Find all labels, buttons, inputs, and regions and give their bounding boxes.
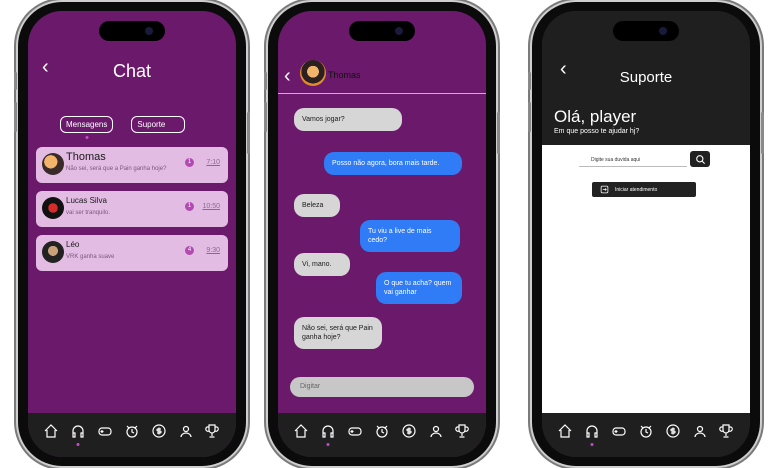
side-button [247, 112, 250, 154]
home-icon[interactable] [42, 422, 60, 440]
message-input[interactable]: Digitar [290, 377, 474, 397]
home-icon[interactable] [556, 422, 574, 440]
message-preview: Não sei, será que a Pain ganha hoje? [66, 166, 167, 172]
page-title: Suporte [619, 69, 673, 86]
bottom-nav [542, 413, 750, 457]
unread-badge: 4 [185, 246, 194, 255]
login-icon [600, 185, 609, 194]
conversation-item[interactable]: Lucas Silva vai ser tranquilo. 1 10:50 [36, 191, 228, 227]
gamepad-icon[interactable] [96, 422, 114, 440]
dynamic-island [613, 21, 679, 41]
avatar [42, 153, 64, 175]
phone-conversation: ‹ Thomas Vamos jogar? Posso não agora, b… [264, 2, 500, 466]
back-icon[interactable]: ‹ [284, 66, 291, 86]
dynamic-island [99, 21, 165, 41]
side-button [14, 72, 17, 90]
message-preview: VRK ganha suave [66, 254, 115, 260]
search-icon [695, 154, 705, 164]
tab-suporte[interactable]: Suporte [131, 116, 186, 133]
support-screen: ‹ Suporte Olá, player Em que posso te aj… [542, 11, 750, 457]
coin-icon[interactable] [150, 422, 168, 440]
unread-badge: 1 [185, 202, 194, 211]
headset-icon[interactable] [583, 422, 601, 446]
phone-support: ‹ Suporte Olá, player Em que posso te aj… [528, 2, 764, 466]
dynamic-island [349, 21, 415, 41]
side-button [264, 72, 267, 90]
trophy-icon[interactable] [453, 422, 471, 440]
bottom-nav [28, 413, 236, 457]
alarm-icon[interactable] [637, 422, 655, 440]
coin-icon[interactable] [400, 422, 418, 440]
message-preview: vai ser tranquilo. [66, 210, 111, 216]
avatar [42, 197, 64, 219]
conversation-list: Thomas Não sei, será que a Pain ganha ho… [36, 147, 228, 279]
side-button [497, 112, 500, 154]
chat-header: ‹ Chat [28, 51, 236, 91]
page-title: Chat [112, 61, 152, 81]
alarm-icon[interactable] [123, 422, 141, 440]
alarm-icon[interactable] [373, 422, 391, 440]
contact-name: Léo [66, 240, 80, 249]
message-bubble-received: Beleza [294, 194, 340, 218]
message-bubble-received: Vamos jogar? [294, 108, 402, 132]
search-input[interactable]: Digite sua duvida aqui [579, 153, 687, 167]
conversation-item[interactable]: Thomas Não sei, será que a Pain ganha ho… [36, 147, 228, 183]
message-bubble-received: Não sei, será que Pain ganha hoje? [294, 317, 382, 350]
unread-badge: 1 [185, 158, 194, 167]
contact-name: Thomas [66, 151, 106, 163]
phone-chat-list: ‹ Chat Mensagens Suporte Thomas Não sei,… [14, 2, 250, 466]
side-button [14, 102, 17, 132]
message-time: 7:10 [206, 159, 220, 166]
gamepad-icon[interactable] [610, 422, 628, 440]
start-support-label: Iniciar atendimento [615, 186, 658, 193]
subtitle: Em que posso te ajudar hj? [554, 128, 640, 135]
conversation-item[interactable]: Léo VRK ganha suave 4 9:30 [36, 235, 228, 271]
message-bubble-sent: Tu viu a live de mais cedo? [360, 220, 460, 253]
chat-list-screen: ‹ Chat Mensagens Suporte Thomas Não sei,… [28, 11, 236, 457]
message-bubble-sent: O que tu acha? quem vai ganhar [376, 272, 462, 305]
avatar [42, 241, 64, 263]
active-indicator [326, 443, 330, 446]
side-button [528, 72, 531, 90]
user-icon[interactable] [177, 422, 195, 440]
search-button[interactable] [690, 151, 710, 167]
trophy-icon[interactable] [203, 422, 221, 440]
bottom-nav [278, 413, 486, 457]
trophy-icon[interactable] [717, 422, 735, 440]
support-body: Digite sua duvida aqui Iniciar atendimen… [542, 145, 750, 413]
tab-label: Mensagens [66, 120, 108, 129]
side-button [528, 102, 531, 132]
coin-icon[interactable] [664, 422, 682, 440]
message-time: 9:30 [206, 247, 220, 254]
avatar [300, 60, 326, 86]
user-icon[interactable] [427, 422, 445, 440]
greeting: Olá, player [554, 107, 637, 126]
message-bubble-received: Vi, mano. [294, 253, 350, 277]
contact-name: Thomas [328, 70, 361, 80]
tab-mensagens[interactable]: Mensagens [60, 116, 114, 139]
contact-name: Lucas Silva [66, 196, 107, 205]
message-bubble-sent: Posso não agora, bora mais tarde. [324, 152, 462, 176]
side-button [761, 112, 764, 154]
message-time: 10:50 [202, 203, 220, 210]
home-icon[interactable] [292, 422, 310, 440]
user-icon[interactable] [691, 422, 709, 440]
side-button [264, 102, 267, 132]
headset-icon[interactable] [319, 422, 337, 446]
chat-tabs: Mensagens Suporte [60, 116, 186, 139]
tab-label: Suporte [137, 120, 166, 129]
conversation-screen: ‹ Thomas Vamos jogar? Posso não agora, b… [278, 11, 486, 457]
start-support-button[interactable]: Iniciar atendimento [592, 182, 696, 197]
active-indicator [590, 443, 594, 446]
active-indicator [85, 136, 89, 139]
active-indicator [76, 443, 80, 446]
gamepad-icon[interactable] [346, 422, 364, 440]
headset-icon[interactable] [69, 422, 87, 446]
conversation-header: ‹ Thomas [278, 56, 486, 94]
